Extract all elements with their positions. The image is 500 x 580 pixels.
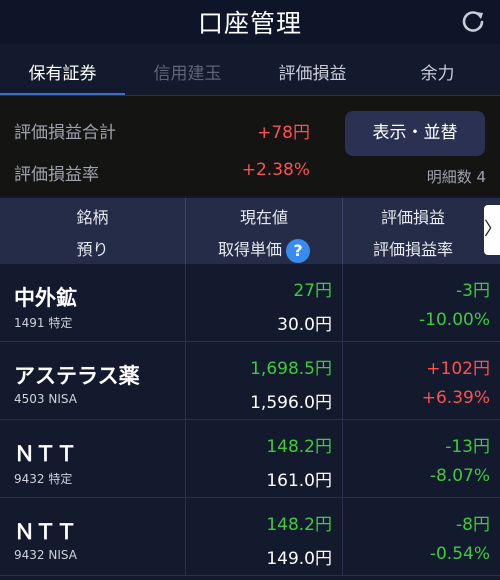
help-icon[interactable]: ? <box>286 238 310 263</box>
detail-count: 明細数 4 <box>426 168 486 186</box>
profit-loss-rate: -8.07% <box>429 466 490 486</box>
scroll-right-arrow-icon[interactable]: 〉 <box>484 205 500 255</box>
profit-loss-rate: -0.54% <box>429 544 490 564</box>
tab-buying-power[interactable]: 余力 <box>375 56 500 96</box>
header-stock-label: 銘柄 <box>76 208 109 227</box>
tab-bar: 保有証券 信用建玉 評価損益 余力 <box>0 56 500 96</box>
header-cost-label: 取得単価 <box>217 240 282 259</box>
page-title: 口座管理 <box>197 9 302 38</box>
table-row[interactable]: アステラス薬 4503 NISA 1,698.5円 1,596.0円 +102円… <box>0 342 500 420</box>
acquisition-price: 30.0円 <box>277 315 332 335</box>
stock-name: 中外鉱 <box>14 286 77 310</box>
stock-code: 1491 特定 <box>14 316 73 330</box>
summary-panel: 評価損益合計 +78円 評価損益率 +2.38% 表示・並替 明細数 4 <box>0 96 500 196</box>
profit-loss: -8円 <box>456 515 490 535</box>
row-divider <box>185 498 186 576</box>
stock-name: アステラス薬 <box>14 364 140 388</box>
refresh-icon[interactable] <box>460 9 486 35</box>
tab-holdings[interactable]: 保有証券 <box>0 56 125 96</box>
stock-code: 9432 特定 <box>14 472 73 486</box>
row-divider <box>185 264 186 342</box>
pl-rate-value: +2.38% <box>241 160 310 180</box>
profit-loss: -3円 <box>456 281 490 301</box>
header-col-stock: 銘柄 預り <box>0 198 185 264</box>
profit-loss: +102円 <box>426 359 490 379</box>
row-divider <box>342 264 343 342</box>
current-price: 1,698.5円 <box>250 359 332 379</box>
tab-margin-positions[interactable]: 信用建玉 <box>125 56 250 96</box>
header-price-label: 現在値 <box>239 208 288 227</box>
row-divider <box>342 420 343 498</box>
header-cost-cell: 取得単価? <box>186 236 342 263</box>
stock-name: ＮＴＴ <box>14 520 77 544</box>
profit-loss: -13円 <box>445 437 490 457</box>
row-divider <box>342 342 343 420</box>
pl-rate-label: 評価損益率 <box>14 165 99 185</box>
acquisition-price: 161.0円 <box>266 471 332 491</box>
header-pl-rate-label: 評価損益率 <box>372 240 453 259</box>
current-price: 148.2円 <box>266 515 332 535</box>
row-divider <box>342 498 343 576</box>
stock-name: ＮＴＴ <box>14 442 77 466</box>
profit-loss-rate: +6.39% <box>421 388 490 408</box>
current-price: 27円 <box>293 281 332 301</box>
current-price: 148.2円 <box>266 437 332 457</box>
header-col-pl: 評価損益 評価損益率 <box>343 198 483 264</box>
profit-loss-rate: -10.00% <box>419 310 490 330</box>
header-pl-label: 評価損益 <box>380 208 445 227</box>
stock-code: 9432 NISA <box>14 548 77 562</box>
acquisition-price: 149.0円 <box>266 549 332 569</box>
stock-code: 4503 NISA <box>14 392 77 406</box>
header-custody-label: 預り <box>76 240 109 259</box>
row-divider <box>185 420 186 498</box>
table-row[interactable]: ＮＴＴ 9432 NISA 148.2円 149.0円 -8円 -0.54% <box>0 498 500 576</box>
table-header: 銘柄 預り 現在値 取得単価? 評価損益 評価損益率 <box>0 198 500 264</box>
acquisition-price: 1,596.0円 <box>250 393 332 413</box>
table-row[interactable]: ＮＴＴ 9432 特定 148.2円 161.0円 -13円 -8.07% <box>0 420 500 498</box>
total-pl-label: 評価損益合計 <box>14 123 116 143</box>
display-sort-button[interactable]: 表示・並替 <box>345 111 485 156</box>
tab-profit-loss[interactable]: 評価損益 <box>250 56 375 96</box>
app-header: 口座管理 <box>0 0 500 44</box>
row-divider <box>185 342 186 420</box>
table-row[interactable]: 中外鉱 1491 特定 27円 30.0円 -3円 -10.00% <box>0 264 500 342</box>
total-pl-value: +78円 <box>257 123 310 143</box>
header-col-price: 現在値 取得単価? <box>186 198 342 264</box>
